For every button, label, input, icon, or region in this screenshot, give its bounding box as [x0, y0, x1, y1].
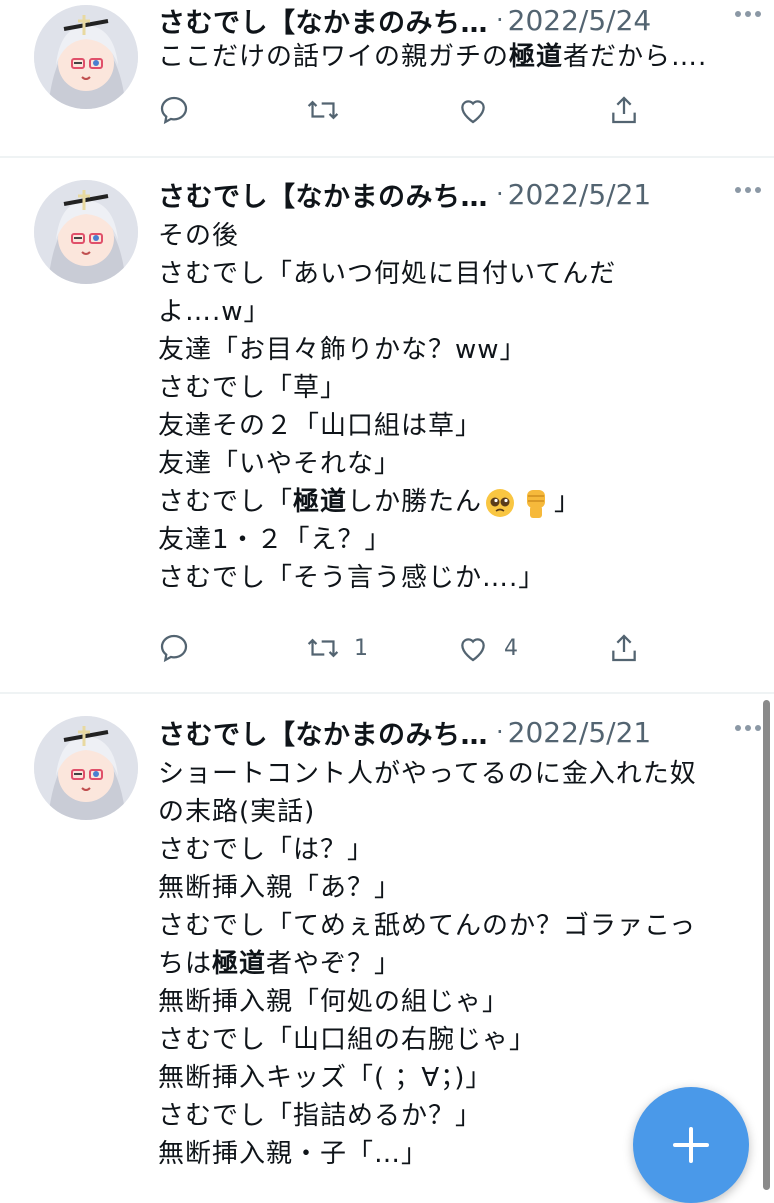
retweet-icon — [307, 638, 339, 658]
share-button[interactable] — [608, 90, 640, 130]
share-icon — [612, 96, 636, 124]
tweet-line: ショートコント人がやってるのに金入れた奴 — [158, 759, 697, 789]
like-button[interactable]: 4 — [456, 628, 518, 668]
pleading-face-icon — [486, 488, 515, 517]
tweet-line: さむでし「山口組の右腕じゃ」 — [158, 1025, 537, 1055]
reply-button[interactable] — [158, 90, 190, 130]
tweet-line: 無断挿入親「あ？」 — [158, 873, 402, 903]
tweet-2[interactable]: さむでし【なかまのみち… · 2022/5/21 その後 さむでし「あいつ何処に… — [0, 158, 774, 692]
author-name[interactable]: さむでし【なかまのみち… — [158, 713, 488, 752]
heart-icon — [461, 638, 485, 662]
separator: · — [496, 718, 504, 746]
tweet-line: さむでし「草」 — [158, 373, 348, 403]
like-button[interactable] — [456, 90, 490, 130]
tweet-line: 無断挿入親「何処の組じゃ」 — [158, 987, 510, 1017]
avatar[interactable] — [34, 5, 138, 109]
tweet-line: ここだけの話ワイの親ガチの極道者だから…. — [158, 42, 708, 72]
tweet-line: さむでし「は？」 — [158, 835, 375, 865]
avatar[interactable] — [34, 716, 138, 820]
tweet-line: 友達その２「山口組は草」 — [158, 411, 483, 441]
heart-icon — [461, 100, 485, 124]
tweet-line: さむでし「てめぇ舐めてんのか？ゴラァこっ — [158, 911, 697, 941]
tweet-line: よ….w」 — [158, 297, 271, 327]
separator: · — [496, 6, 504, 34]
tweet-date[interactable]: 2022/5/21 — [508, 716, 652, 749]
tweet-actions — [158, 90, 648, 130]
retweet-count: 1 — [354, 635, 368, 661]
tweet-text: その後 さむでし「あいつ何処に目付いてんだ よ….w」 友達「お目々飾りかな？w… — [158, 217, 748, 597]
tweet-line: 無断挿入キッズ「( ；∀；)」 — [158, 1063, 493, 1093]
tweet-line: ちは極道者やぞ？」 — [158, 949, 402, 979]
compose-button[interactable] — [633, 1087, 749, 1203]
scrollbar[interactable] — [763, 700, 770, 1190]
more-dots-icon[interactable] — [730, 718, 766, 738]
tweet-line: 友達「お目々飾りかな？ww」 — [158, 335, 527, 365]
tweet-date[interactable]: 2022/5/21 — [508, 178, 652, 211]
author-name[interactable]: さむでし【なかまのみち… — [158, 1, 488, 40]
tweet-1[interactable]: さむでし【なかまのみち… · 2022/5/24 ここだけの話ワイの親ガチの極道… — [0, 0, 774, 156]
tweet-line: さむでし「あいつ何処に目付いてんだ — [158, 259, 617, 289]
retweet-icon — [307, 100, 339, 120]
author-name[interactable]: さむでし【なかまのみち… — [158, 175, 488, 214]
retweet-button[interactable]: 1 — [306, 628, 368, 668]
tweet-text: ここだけの話ワイの親ガチの極道者だから…. — [158, 38, 748, 76]
reply-icon — [160, 96, 188, 125]
tweet-line: 友達「いやそれな」 — [158, 449, 402, 479]
avatar[interactable] — [34, 180, 138, 284]
retweet-button[interactable] — [306, 90, 340, 130]
separator: · — [496, 180, 504, 208]
compose-plus-icon — [673, 1127, 709, 1163]
tweet-line: その後 — [158, 221, 240, 251]
tweet-line: さむでし「極道しか勝たん」 — [158, 483, 748, 521]
like-count: 4 — [504, 635, 518, 661]
share-icon — [612, 634, 636, 662]
reply-icon — [160, 634, 188, 663]
raised-fist-icon — [527, 489, 546, 518]
more-dots-icon[interactable] — [730, 4, 766, 24]
tweet-line: 友達1・２「え？」 — [158, 525, 392, 555]
tweet-actions: 1 4 — [158, 628, 648, 668]
tweet-line: の末路(実話) — [158, 797, 316, 827]
tweet-date[interactable]: 2022/5/24 — [508, 4, 652, 37]
more-dots-icon[interactable] — [730, 180, 766, 200]
reply-button[interactable] — [158, 628, 190, 668]
tweet-line: さむでし「そう言う感じか….」 — [158, 563, 546, 593]
share-button[interactable] — [608, 628, 640, 668]
